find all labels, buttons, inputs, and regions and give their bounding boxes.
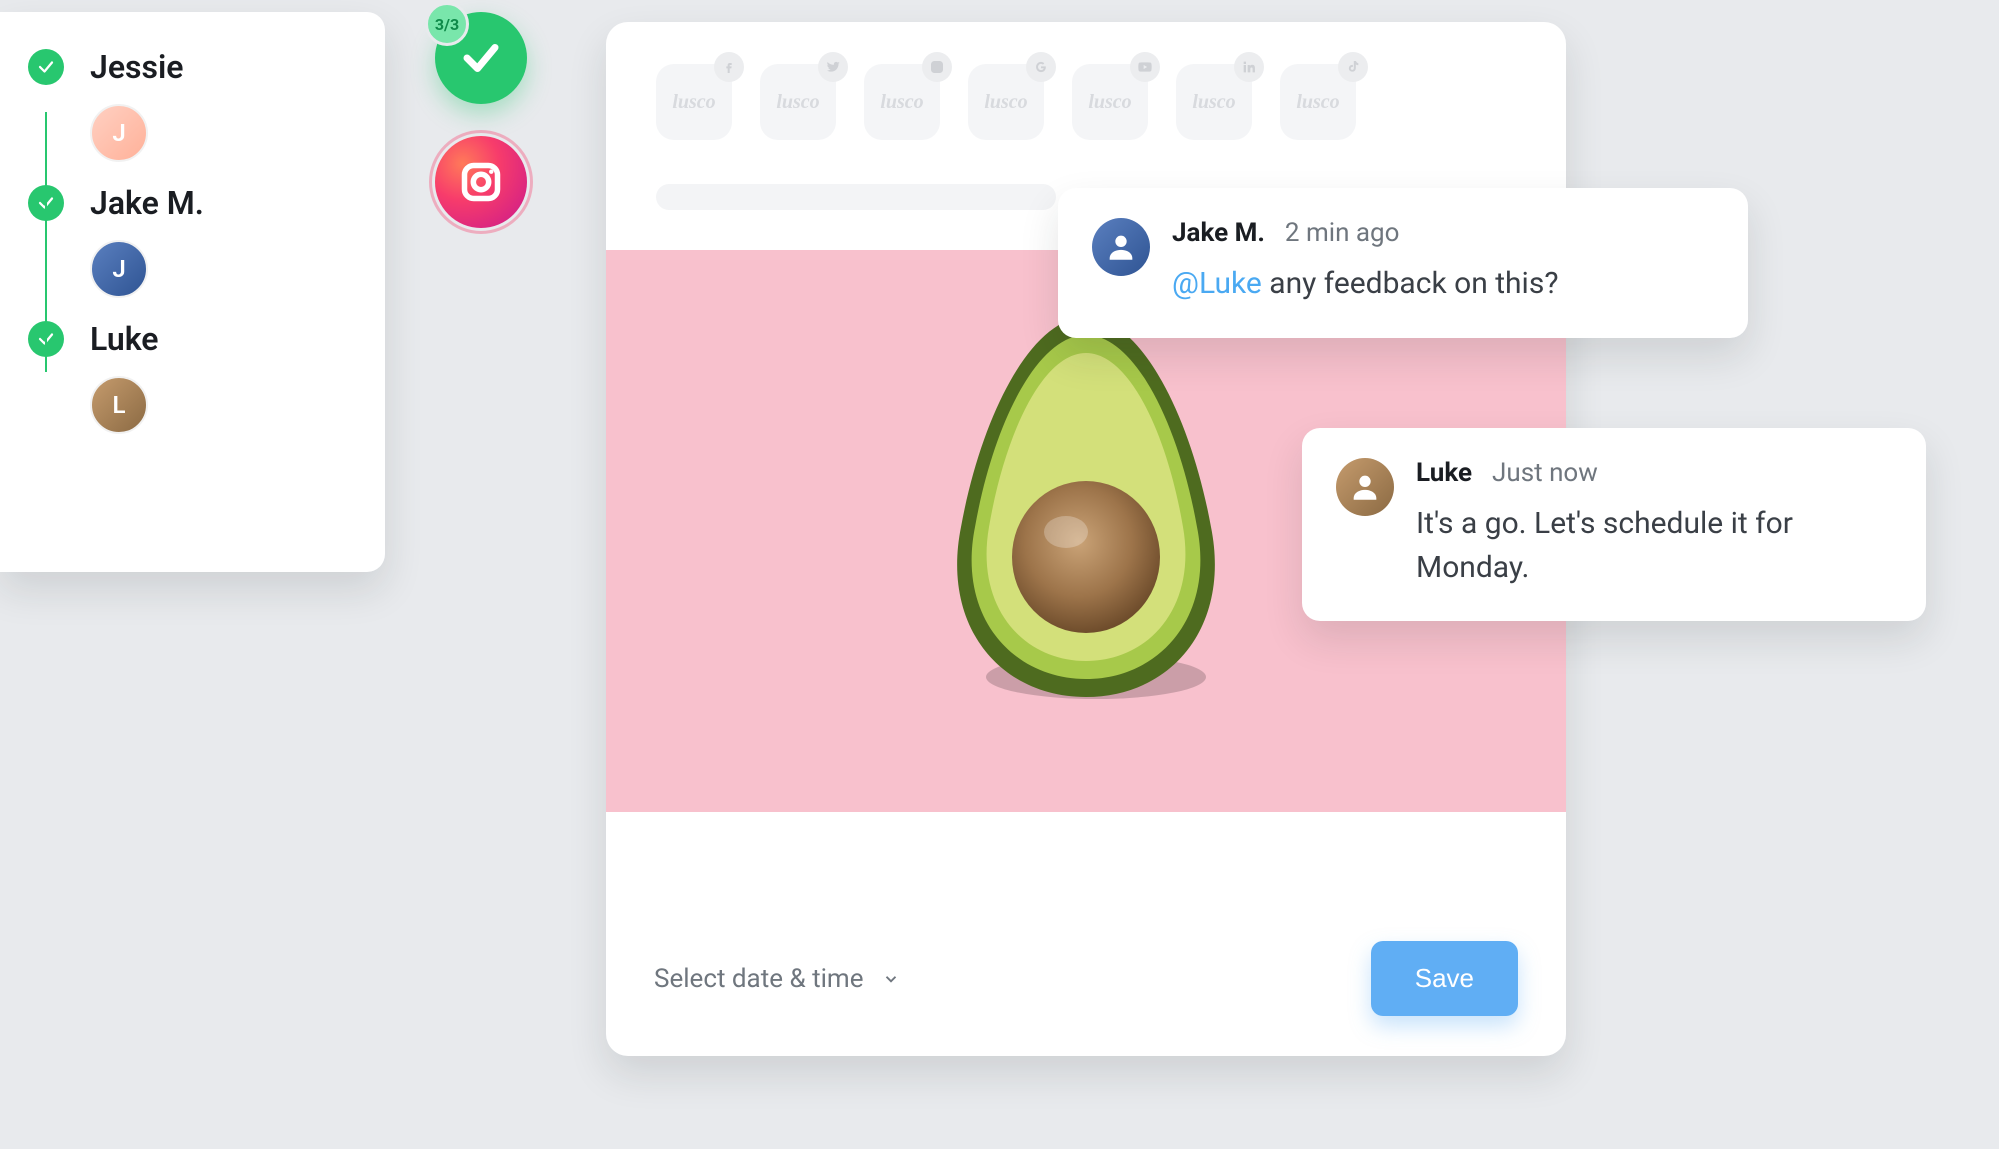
brand-label: lusco [880,91,923,114]
save-button[interactable]: Save [1371,941,1518,1016]
comment-body: @Luke any feedback on this? [1172,262,1559,306]
comment-bubble[interactable]: Jake M. 2 min ago @Luke any feedback on … [1058,188,1748,338]
comment-author: Luke [1416,458,1472,488]
channel-chip-google[interactable]: lusco [968,64,1044,140]
comment-meta: Luke Just now [1416,458,1856,488]
brand-label: lusco [776,91,819,114]
channel-selector: lusco lusco lusco lusco lusco lusco lusc… [606,22,1566,156]
approver-name: Jessie [90,48,183,86]
instagram-icon [922,52,952,82]
comment-text: any feedback on this? [1262,266,1559,301]
avatar [1336,458,1394,516]
approvers-timeline [45,112,47,372]
status-column: 3/3 [435,12,531,228]
google-icon [1026,52,1056,82]
comment-bubble[interactable]: Luke Just now It's a go. Let's schedule … [1302,428,1926,621]
check-icon [460,37,502,79]
channel-chip-instagram[interactable]: lusco [864,64,940,140]
approvers-panel: Jessie J Jake M. J Luke L [0,12,385,572]
channel-chip-facebook[interactable]: lusco [656,64,732,140]
comment-time: Just now [1492,458,1598,488]
youtube-icon [1130,52,1160,82]
check-icon [28,49,64,85]
approver-name: Luke [90,320,159,358]
linkedin-icon [1234,52,1264,82]
brand-label: lusco [1192,91,1235,114]
avocado-illustration [931,307,1241,707]
avatar[interactable]: L [90,376,148,434]
approver-row[interactable]: Jake M. [28,184,353,222]
approval-count-badge: 3/3 [425,2,469,46]
avatar [1092,218,1150,276]
datetime-label: Select date & time [654,964,864,994]
approver-name: Jake M. [90,184,204,222]
brand-label: lusco [672,91,715,114]
channel-chip-twitter[interactable]: lusco [760,64,836,140]
composer-footer: Select date & time Save [606,911,1566,1056]
channel-chip-linkedin[interactable]: lusco [1176,64,1252,140]
caption-placeholder[interactable] [656,184,1056,210]
brand-label: lusco [984,91,1027,114]
approver-row[interactable]: Luke [28,320,353,358]
approver-row[interactable]: Jessie [28,48,353,86]
brand-label: lusco [1088,91,1131,114]
datetime-picker[interactable]: Select date & time [654,964,900,994]
comment-time: 2 min ago [1285,218,1400,248]
facebook-icon [714,52,744,82]
chevron-down-icon [882,970,900,988]
mention[interactable]: @Luke [1172,266,1262,301]
approval-complete-badge[interactable]: 3/3 [435,12,527,104]
comment-body: It's a go. Let's schedule it for Monday. [1416,502,1856,589]
instagram-channel-token[interactable] [435,136,527,228]
comment-text: It's a go. Let's schedule it for Monday. [1416,506,1793,585]
tiktok-icon [1338,52,1368,82]
twitter-icon [818,52,848,82]
channel-chip-tiktok[interactable]: lusco [1280,64,1356,140]
instagram-icon [459,160,503,204]
avatar[interactable]: J [90,104,148,162]
brand-label: lusco [1296,91,1339,114]
comment-meta: Jake M. 2 min ago [1172,218,1559,248]
channel-chip-youtube[interactable]: lusco [1072,64,1148,140]
comment-author: Jake M. [1172,218,1265,248]
avatar[interactable]: J [90,240,148,298]
